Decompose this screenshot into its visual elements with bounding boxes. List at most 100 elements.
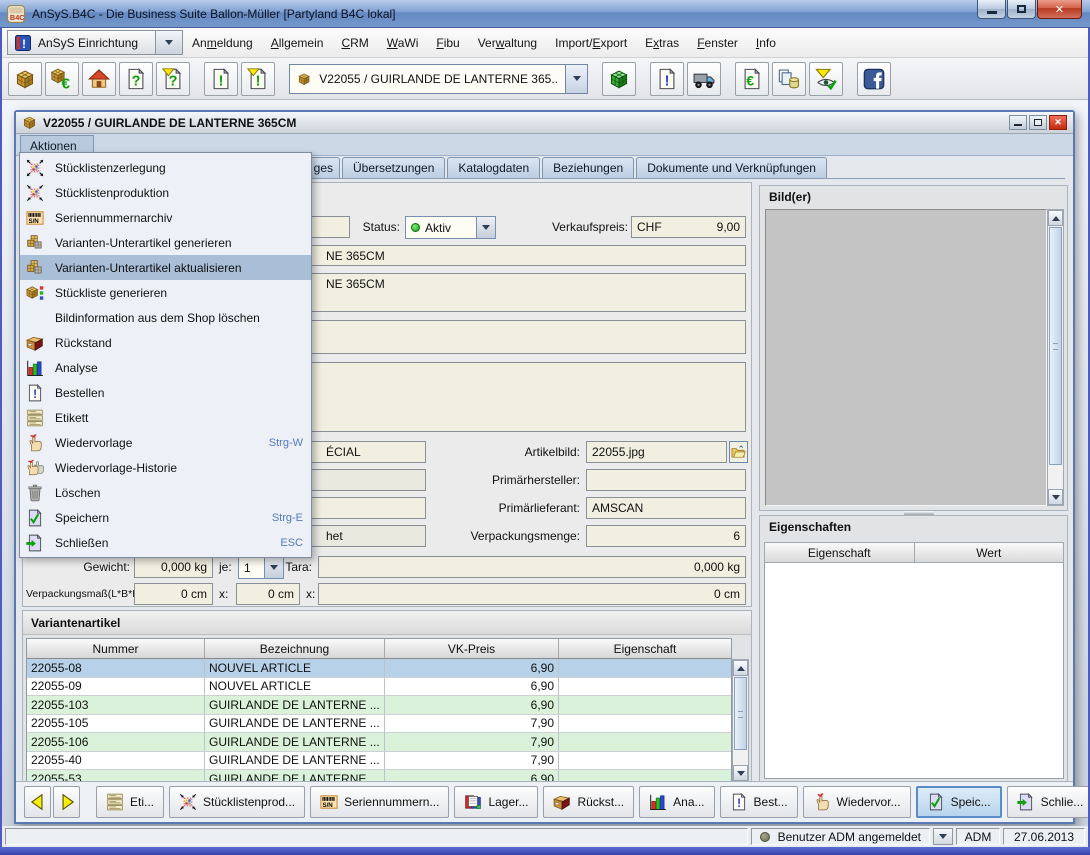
menu-item[interactable]: Extras: [636, 36, 688, 50]
shipping-button[interactable]: [687, 62, 721, 96]
tab-uebersetzungen[interactable]: Übersetzungen: [342, 157, 445, 179]
variants-scrollbar[interactable]: [732, 659, 749, 781]
menu-item[interactable]: CRM: [332, 36, 377, 50]
inner-restore-button[interactable]: [1029, 115, 1047, 130]
column-header-vk-preis[interactable]: VK-Preis: [385, 639, 559, 658]
action-menu-item[interactable]: Speichern Strg-E: [20, 505, 311, 530]
mass-field-3[interactable]: 0 cm: [318, 583, 746, 605]
images-scrollbar[interactable]: [1047, 209, 1064, 506]
status-combo-arrow[interactable]: [476, 217, 495, 238]
menu-item[interactable]: Anmeldung: [183, 36, 262, 50]
column-header-nummer[interactable]: Nummer: [27, 639, 205, 658]
scroll-up-button[interactable]: [733, 660, 748, 676]
offer-search-button[interactable]: ?: [119, 62, 153, 96]
schliessen-button[interactable]: Schlie...: [1007, 786, 1090, 818]
menu-item[interactable]: WaWi: [378, 36, 428, 50]
scroll-down-button[interactable]: [1048, 489, 1063, 505]
variant-row[interactable]: 22055-105 GUIRLANDE DE LANTERNE ... 7,90: [27, 715, 731, 734]
action-menu-item[interactable]: Varianten-Unterartikel generieren: [20, 230, 311, 255]
variant-row[interactable]: 22055-103 GUIRLANDE DE LANTERNE ... 6,90: [27, 696, 731, 715]
context-selector-arrow[interactable]: [156, 30, 183, 55]
action-menu-item[interactable]: Stücklistenzerlegung: [20, 155, 311, 180]
speichern-button[interactable]: Speic...: [916, 786, 1002, 818]
column-header-wert[interactable]: Wert: [915, 542, 1065, 563]
article-list-button[interactable]: [602, 62, 636, 96]
order-search-button[interactable]: !: [204, 62, 238, 96]
orders-button[interactable]: !: [650, 62, 684, 96]
menu-item[interactable]: Allgemein: [262, 36, 333, 50]
status-combo[interactable]: Aktiv: [405, 216, 496, 239]
action-menu-item[interactable]: Wiedervorlage Strg-W: [20, 430, 311, 455]
variant-row[interactable]: 22055-09 NOUVEL ARTICLE 6,90: [27, 678, 731, 697]
action-menu-item[interactable]: Löschen: [20, 480, 311, 505]
lager-button[interactable]: Lager...: [454, 786, 538, 818]
order-new-button[interactable]: !: [241, 62, 275, 96]
home-button[interactable]: [82, 62, 116, 96]
article-selector-arrow[interactable]: [566, 64, 588, 94]
article-selector[interactable]: V22055 / GUIRLANDE DE LANTERNE 365..: [289, 64, 566, 94]
primaerhersteller-field[interactable]: [586, 469, 746, 491]
action-menu-item[interactable]: Wiedervorlage-Historie: [20, 455, 311, 480]
user-panel-arrow[interactable]: [933, 828, 953, 845]
action-menu-item[interactable]: Analyse: [20, 355, 311, 380]
article-prices-button[interactable]: €: [45, 62, 79, 96]
artikelbild-browse-button[interactable]: [729, 441, 748, 463]
review-button[interactable]: [809, 62, 843, 96]
article-button[interactable]: [8, 62, 42, 96]
column-header-bezeichnung[interactable]: Bezeichnung: [205, 639, 385, 658]
tara-field[interactable]: 0,000 kg: [318, 556, 746, 578]
tab-dokumente[interactable]: Dokumente und Verknüpfungen: [636, 157, 827, 179]
scrollbar-thumb[interactable]: [734, 677, 747, 750]
action-menu-item[interactable]: Bildinformation aus dem Shop löschen: [20, 305, 311, 330]
scroll-up-button[interactable]: [1048, 210, 1063, 226]
action-menu-item[interactable]: Varianten-Unterartikel aktualisieren: [20, 255, 311, 280]
seriennummern-button[interactable]: S/N Seriennummern...: [310, 786, 449, 818]
menu-item[interactable]: Fibu: [427, 36, 468, 50]
next-article-button[interactable]: [53, 786, 80, 818]
scroll-down-button[interactable]: [733, 765, 748, 781]
tab-beziehungen[interactable]: Beziehungen: [542, 157, 634, 179]
action-menu-item[interactable]: ! Bestellen: [20, 380, 311, 405]
rueckstand-button[interactable]: Rückst...: [543, 786, 634, 818]
analyse-button[interactable]: Ana...: [639, 786, 714, 818]
offer-new-button[interactable]: ?: [156, 62, 190, 96]
tab-katalogdaten[interactable]: Katalogdaten: [447, 157, 540, 179]
mass-field-1[interactable]: 0 cm: [134, 583, 213, 605]
inner-close-button[interactable]: ✕: [1049, 115, 1067, 130]
minimize-button[interactable]: [977, 0, 1006, 19]
action-menu-item[interactable]: Schließen ESC: [20, 530, 311, 555]
variant-row[interactable]: 22055-53 GUIRLANDE DE LANTERNE ... 6,90: [27, 770, 731, 781]
gewicht-field[interactable]: 0,000 kg: [134, 556, 213, 578]
bestellen-button[interactable]: ! Best...: [720, 786, 798, 818]
invoice-button[interactable]: €: [735, 62, 769, 96]
action-menu-item[interactable]: S/N Seriennummernarchiv: [20, 205, 311, 230]
artikelbild-field[interactable]: 22055.jpg: [586, 441, 727, 463]
action-menu-item[interactable]: Stücklistenproduktion: [20, 180, 311, 205]
titlebar[interactable]: B4C AnSyS.B4C - Die Business Suite Ballo…: [0, 0, 1090, 28]
maximize-button[interactable]: [1007, 0, 1036, 19]
price-field[interactable]: CHF 9,00: [631, 216, 746, 238]
column-header-eigenschaft[interactable]: Eigenschaft: [764, 542, 915, 563]
variant-row[interactable]: 22055-106 GUIRLANDE DE LANTERNE ... 7,90: [27, 733, 731, 752]
context-selector[interactable]: ! AnSyS Einrichtung: [7, 30, 156, 55]
action-menu-item[interactable]: Etikett: [20, 405, 311, 430]
menu-item[interactable]: Verwaltung: [469, 36, 546, 50]
inner-minimize-button[interactable]: [1009, 115, 1027, 130]
variant-row[interactable]: 22055-40 GUIRLANDE DE LANTERNE ... 7,90: [27, 752, 731, 771]
copy-database-button[interactable]: [772, 62, 806, 96]
column-header-eigenschaft[interactable]: Eigenschaft: [559, 639, 731, 658]
menu-item[interactable]: Info: [747, 36, 785, 50]
stuecklistenproduktion-button[interactable]: Stücklistenprod...: [169, 786, 305, 818]
verpackungsmenge-field[interactable]: 6: [586, 525, 746, 547]
close-button[interactable]: ✕: [1037, 0, 1082, 19]
variant-row[interactable]: 22055-08 NOUVEL ARTICLE 6,90: [27, 659, 731, 678]
article-window-titlebar[interactable]: V22055 / GUIRLANDE DE LANTERNE 365CM ✕: [16, 112, 1073, 134]
facebook-button[interactable]: [857, 62, 891, 96]
mass-field-2[interactable]: 0 cm: [236, 583, 300, 605]
menu-item[interactable]: Import/Export: [546, 36, 636, 50]
primaerlieferant-field[interactable]: AMSCAN: [586, 497, 746, 519]
previous-article-button[interactable]: [24, 786, 51, 818]
action-menu-item[interactable]: Rückstand: [20, 330, 311, 355]
etikett-button[interactable]: Eti...: [96, 786, 164, 818]
scrollbar-thumb[interactable]: [1049, 227, 1062, 465]
